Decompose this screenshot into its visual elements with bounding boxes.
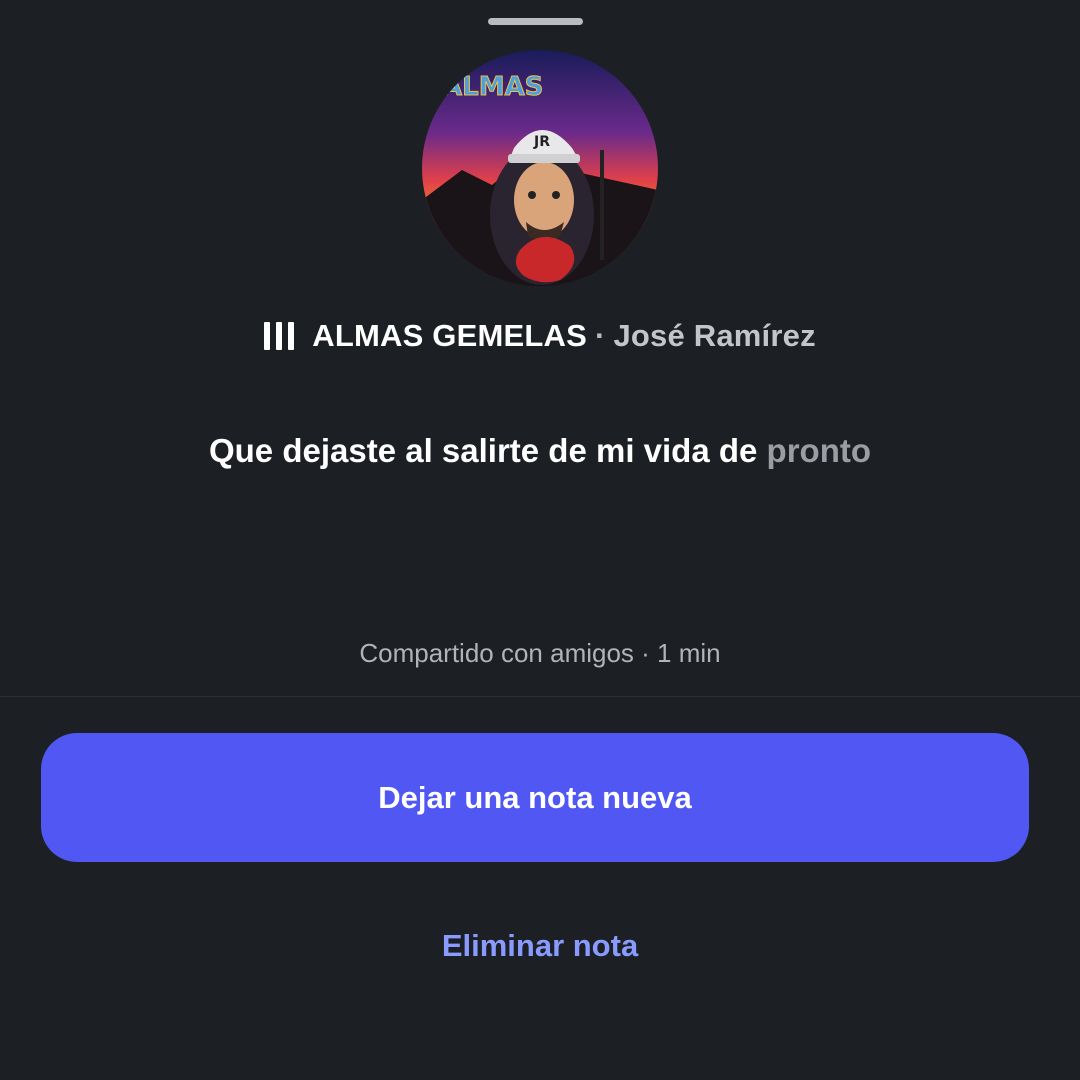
delete-note-button[interactable]: Eliminar nota	[0, 928, 1080, 964]
note-lyric: Que dejaste al salirte de mi vida de pro…	[0, 432, 1080, 470]
lyric-dim: pronto	[766, 432, 872, 469]
new-note-button[interactable]: Dejar una nota nueva	[41, 733, 1029, 862]
note-bottom-sheet: ALMAS JR ALMAS GEMELAS · José Ramírez Qu…	[0, 0, 1080, 1080]
svg-text:JR: JR	[533, 134, 550, 150]
song-artist: José Ramírez	[613, 318, 816, 353]
song-separator: ·	[594, 318, 606, 353]
avatar-image: ALMAS JR	[422, 50, 658, 286]
song-title: ALMAS GEMELAS	[312, 318, 587, 353]
avatar[interactable]: ALMAS JR	[422, 50, 658, 286]
divider	[0, 696, 1080, 697]
equalizer-bars-icon	[264, 321, 295, 351]
svg-text:ALMAS: ALMAS	[442, 72, 543, 102]
drag-handle[interactable]	[488, 18, 583, 25]
song-info[interactable]: ALMAS GEMELAS · José Ramírez	[0, 312, 1080, 360]
shared-status: Compartido con amigos · 1 min	[359, 638, 721, 668]
lyric-main: Que dejaste al salirte de mi vida de	[208, 432, 758, 469]
